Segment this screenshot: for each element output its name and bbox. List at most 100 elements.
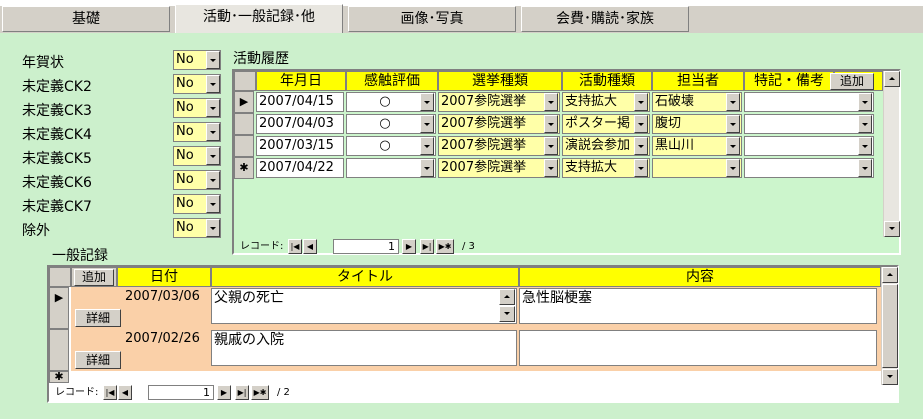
chevron-down-icon[interactable] bbox=[420, 93, 434, 111]
title-textarea[interactable]: 父親の死亡 bbox=[211, 288, 517, 324]
last-record-icon[interactable]: ▶| bbox=[235, 385, 249, 400]
chevron-down-icon[interactable] bbox=[726, 93, 740, 111]
chevron-down-icon[interactable] bbox=[726, 115, 740, 133]
chevron-down-icon[interactable] bbox=[634, 115, 648, 133]
chevron-down-icon[interactable] bbox=[544, 137, 558, 155]
chevron-down-icon[interactable] bbox=[544, 159, 558, 177]
chevron-down-icon[interactable] bbox=[206, 147, 220, 165]
field-label: 年賀状 bbox=[22, 55, 64, 71]
date-cell[interactable]: 2007/03/15 bbox=[256, 136, 344, 156]
chevron-down-icon[interactable] bbox=[206, 51, 220, 69]
activity-scrollbar[interactable] bbox=[883, 71, 900, 237]
note-cell[interactable] bbox=[744, 114, 874, 134]
scroll-up-icon[interactable] bbox=[884, 71, 900, 87]
row-selector[interactable]: ▶ bbox=[49, 287, 69, 329]
chevron-down-icon[interactable] bbox=[206, 99, 220, 117]
chevron-down-icon[interactable] bbox=[206, 123, 220, 141]
detail-button[interactable]: 詳細 bbox=[75, 351, 121, 369]
tab-activity-general[interactable]: 活動･一般記録･他 bbox=[175, 4, 343, 33]
general-scrollbar[interactable] bbox=[881, 267, 898, 385]
note-cell[interactable] bbox=[744, 92, 874, 112]
chevron-down-icon[interactable] bbox=[858, 93, 872, 111]
chevron-down-icon[interactable] bbox=[420, 159, 434, 177]
first-record-icon[interactable]: |◀ bbox=[103, 385, 117, 400]
activity-add-button[interactable]: 追加 bbox=[830, 73, 874, 90]
record-total: / 3 bbox=[462, 241, 475, 252]
first-record-icon[interactable]: |◀ bbox=[288, 239, 302, 254]
activity-corner bbox=[234, 71, 256, 91]
date-text: 2007/02/26 bbox=[125, 331, 200, 346]
header-staff: 担当者 bbox=[652, 71, 744, 91]
chevron-down-icon[interactable] bbox=[206, 195, 220, 213]
scroll-thumb[interactable] bbox=[882, 284, 898, 368]
scroll-down-icon[interactable] bbox=[499, 306, 515, 322]
general-subform: 追加 日付 タイトル 内容 ▶ 詳細 2007/03/06 父親の死亡 急性脳梗塞 詳細 2… bbox=[47, 265, 899, 403]
election-cell[interactable]: 2007参院選挙 bbox=[438, 92, 560, 112]
chevron-down-icon[interactable] bbox=[726, 159, 740, 177]
new-record-icon[interactable]: ▶✱ bbox=[251, 385, 269, 400]
chevron-down-icon[interactable] bbox=[858, 115, 872, 133]
prev-record-icon[interactable]: ◀ bbox=[303, 239, 317, 254]
header-g-content: 内容 bbox=[519, 267, 881, 287]
chevron-down-icon[interactable] bbox=[544, 115, 558, 133]
activity-subform: 年月日 感触評価 選挙種類 活動種類 担当者 特記・備考 追加 ▶ 2007/04… bbox=[232, 69, 901, 255]
field-label: 未定義CK2 bbox=[22, 79, 92, 95]
note-cell[interactable] bbox=[744, 136, 874, 156]
chevron-down-icon[interactable] bbox=[634, 137, 648, 155]
election-cell[interactable]: 2007参院選挙 bbox=[438, 136, 560, 156]
record-number-input[interactable]: 1 bbox=[148, 385, 214, 400]
chevron-down-icon[interactable] bbox=[858, 159, 872, 177]
header-g-date: 日付 bbox=[117, 267, 211, 287]
nav-label: レコード: bbox=[240, 241, 284, 252]
field-label: 未定義CK7 bbox=[22, 199, 92, 215]
chevron-down-icon[interactable] bbox=[634, 159, 648, 177]
content-textarea[interactable]: 急性脳梗塞 bbox=[519, 288, 877, 324]
chevron-down-icon[interactable] bbox=[726, 137, 740, 155]
chevron-down-icon[interactable] bbox=[206, 171, 220, 189]
scroll-down-icon[interactable] bbox=[882, 369, 898, 385]
prev-record-icon[interactable]: ◀ bbox=[118, 385, 132, 400]
date-cell[interactable]: 2007/04/22 bbox=[256, 158, 344, 178]
date-cell[interactable]: 2007/04/03 bbox=[256, 114, 344, 134]
election-cell[interactable]: 2007参院選挙 bbox=[438, 114, 560, 134]
row-selector[interactable] bbox=[234, 135, 254, 157]
header-note: 特記・備考 bbox=[744, 71, 834, 91]
general-corner bbox=[49, 267, 71, 287]
field-label: 未定義CK4 bbox=[22, 127, 92, 143]
new-record-icon[interactable]: ▶✱ bbox=[436, 239, 454, 254]
header-eval: 感触評価 bbox=[346, 71, 438, 91]
date-cell[interactable]: 2007/04/15 bbox=[256, 92, 344, 112]
field-label: 未定義CK3 bbox=[22, 103, 92, 119]
scroll-up-icon[interactable] bbox=[882, 267, 898, 283]
row-selector[interactable] bbox=[49, 329, 69, 371]
chevron-down-icon[interactable] bbox=[544, 93, 558, 111]
scroll-down-icon[interactable] bbox=[884, 221, 900, 237]
record-number-input[interactable]: 1 bbox=[333, 239, 399, 254]
tab-fees[interactable]: 会費･購読･家族 bbox=[521, 6, 689, 32]
row-selector[interactable]: ▶ bbox=[234, 91, 254, 113]
scroll-up-icon[interactable] bbox=[499, 289, 515, 305]
note-cell[interactable] bbox=[744, 158, 874, 178]
row-selector[interactable]: ✱ bbox=[234, 157, 254, 179]
title-textarea[interactable]: 親戚の入院 bbox=[211, 330, 517, 366]
chevron-down-icon[interactable] bbox=[858, 137, 872, 155]
chevron-down-icon[interactable] bbox=[206, 75, 220, 93]
general-add-button[interactable]: 追加 bbox=[74, 269, 114, 286]
field-label: 未定義CK6 bbox=[22, 175, 92, 191]
new-row-selector[interactable]: ✱ bbox=[49, 371, 69, 383]
tab-basic[interactable]: 基礎 bbox=[2, 6, 170, 32]
detail-button[interactable]: 詳細 bbox=[75, 309, 121, 327]
chevron-down-icon[interactable] bbox=[420, 115, 434, 133]
chevron-down-icon[interactable] bbox=[634, 93, 648, 111]
next-record-icon[interactable]: ▶ bbox=[217, 385, 231, 400]
tab-images[interactable]: 画像･写真 bbox=[348, 6, 516, 32]
row-selector[interactable] bbox=[234, 113, 254, 135]
chevron-down-icon[interactable] bbox=[206, 219, 220, 237]
header-g-title: タイトル bbox=[211, 267, 519, 287]
record-total: / 2 bbox=[277, 387, 290, 398]
chevron-down-icon[interactable] bbox=[420, 137, 434, 155]
content-textarea[interactable] bbox=[519, 330, 877, 366]
next-record-icon[interactable]: ▶ bbox=[402, 239, 416, 254]
last-record-icon[interactable]: ▶| bbox=[420, 239, 434, 254]
election-cell[interactable]: 2007参院選挙 bbox=[438, 158, 560, 178]
